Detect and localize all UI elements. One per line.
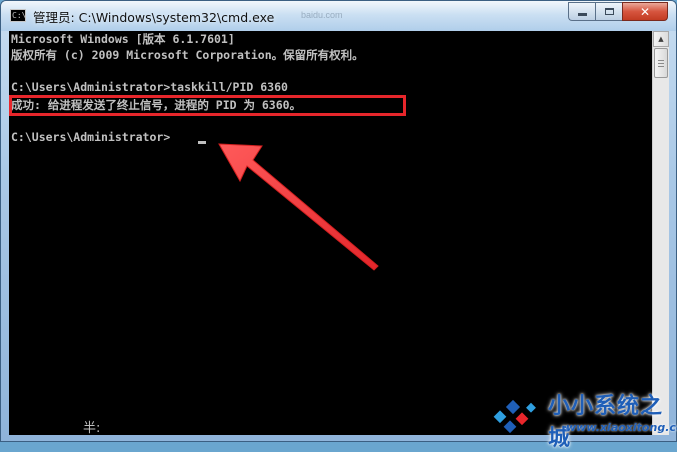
watermark-logo-icon (493, 399, 536, 434)
watermark-name: 小小系统之城 (548, 394, 664, 451)
watermark-url: www.xiaoxitong.com (566, 421, 677, 434)
watermark: 小小系统之城 www.xiaoxitong.com (488, 384, 677, 451)
arrow-annotation-icon (218, 143, 379, 271)
arrow-shape (218, 143, 379, 271)
